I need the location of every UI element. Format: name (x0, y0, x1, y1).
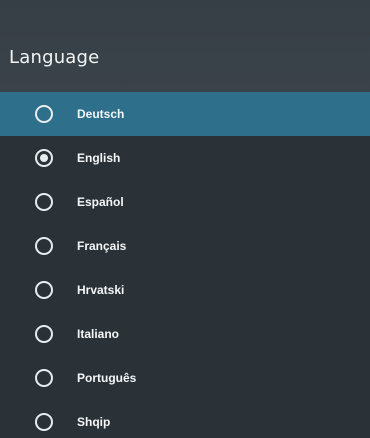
language-option-label: Deutsch (77, 107, 125, 121)
radio-button-unchecked-icon[interactable] (35, 237, 53, 255)
language-option-label: Español (77, 195, 124, 209)
language-option-label: Italiano (77, 327, 120, 341)
language-option-portugues[interactable]: Português (0, 356, 370, 400)
language-list: Deutsch English Español Français Hrvatsk… (0, 92, 370, 438)
language-option-label: Hrvatski (77, 283, 125, 297)
radio-button-unchecked-icon[interactable] (35, 325, 53, 343)
language-option-espanol[interactable]: Español (0, 180, 370, 224)
language-settings-panel: Language Deutsch English Español Françai… (0, 0, 370, 438)
language-option-label: Shqip (77, 415, 111, 429)
radio-button-unchecked-icon[interactable] (35, 281, 53, 299)
radio-button-unchecked-icon[interactable] (35, 369, 53, 387)
language-option-deutsch[interactable]: Deutsch (0, 92, 370, 136)
language-option-label: Français (77, 239, 127, 253)
panel-header: Language (0, 0, 370, 92)
language-option-label: Português (77, 371, 137, 385)
radio-button-unchecked-icon[interactable] (35, 105, 53, 123)
radio-button-checked-icon[interactable] (35, 149, 53, 167)
language-option-italiano[interactable]: Italiano (0, 312, 370, 356)
radio-selected-dot (40, 154, 48, 162)
language-option-english[interactable]: English (0, 136, 370, 180)
language-option-hrvatski[interactable]: Hrvatski (0, 268, 370, 312)
language-option-label: English (77, 151, 121, 165)
radio-button-unchecked-icon[interactable] (35, 413, 53, 431)
panel-title: Language (9, 47, 100, 68)
language-option-francais[interactable]: Français (0, 224, 370, 268)
radio-button-unchecked-icon[interactable] (35, 193, 53, 211)
language-option-shqip[interactable]: Shqip (0, 400, 370, 438)
